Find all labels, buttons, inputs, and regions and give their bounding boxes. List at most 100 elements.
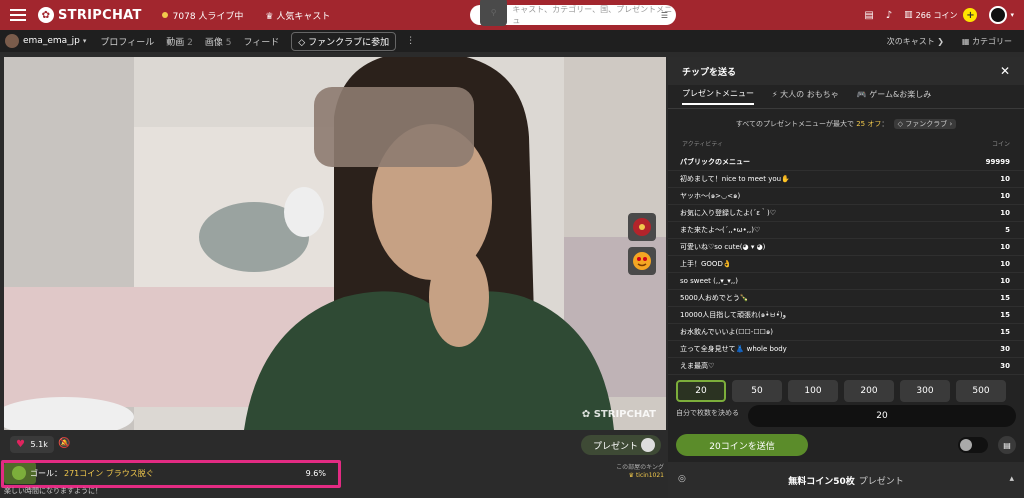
tip-menu-item[interactable]: 初めまして！nice to meet you✋ 10 xyxy=(668,171,1024,188)
tip-item-coins: 99999 xyxy=(985,158,1010,166)
tip-item-coins: 15 xyxy=(1000,311,1010,319)
tab-present-menu[interactable]: プレゼントメニュー xyxy=(682,88,754,105)
model-username[interactable]: ema_ema_jp xyxy=(23,36,80,46)
chevron-down-icon[interactable]: ▾ xyxy=(83,37,87,45)
tip-item-name: 可愛いね♡so cute(◕ ▾ ◕) xyxy=(680,243,766,251)
tab-videos[interactable]: 動画 2 xyxy=(166,35,193,48)
notification-bell-icon[interactable]: ♪ xyxy=(886,10,892,21)
filter-icon[interactable]: ☰ xyxy=(661,11,668,20)
emoji-icon[interactable] xyxy=(628,247,656,275)
tip-item-name: ヤッホ〜(๑>◡<๑) xyxy=(680,191,741,200)
logo[interactable]: ✿ STRIPCHAT xyxy=(38,7,142,23)
messages-icon[interactable]: ▤ xyxy=(864,10,873,21)
fanclub-badge[interactable]: ◇ ファンクラブ › xyxy=(893,119,957,129)
heart-icon: ♥ xyxy=(16,439,25,450)
user-avatar[interactable] xyxy=(989,6,1008,24)
trophy-icon: ♛ xyxy=(265,11,274,22)
tip-item-coins: 5 xyxy=(1005,226,1010,234)
tip-menu-item[interactable]: えま最高♡ 30 xyxy=(668,358,1024,375)
tip-item-coins: 10 xyxy=(1000,209,1010,217)
wallet-icon: ▥ xyxy=(904,10,913,20)
tip-item-coins: 15 xyxy=(1000,328,1010,336)
like-button[interactable]: ♥ 5.1k xyxy=(10,436,54,453)
custom-amount-input[interactable]: 20 xyxy=(748,405,1016,427)
tip-amount-options: 20 50 100 200 300 500 xyxy=(668,380,1024,402)
live-count[interactable]: 7078 人ライブ中 xyxy=(161,9,243,22)
mute-icon[interactable]: 🔕 xyxy=(58,438,70,449)
more-options-icon[interactable]: ⋮ xyxy=(406,36,415,46)
tip-menu-item[interactable]: ヤッホ〜(๑>◡<๑) 10 xyxy=(668,188,1024,205)
video-controls-bar xyxy=(0,430,668,460)
tip-item-name: so sweet (,,▾_▾,,) xyxy=(680,277,738,285)
tip-menu-item[interactable]: 5000人おめでとう🍾 15 xyxy=(668,290,1024,307)
room-king: この部屋のキング ♛ ticin1021 xyxy=(590,464,664,481)
tip-panel-title: チップを送る xyxy=(682,67,737,78)
tip-item-name: 上手！GOOD👌 xyxy=(680,260,732,268)
tip-item-name: 立って全身見せて👗 whole body xyxy=(680,345,787,353)
popular-casts-link[interactable]: ♛ 人気キャスト xyxy=(265,9,330,22)
tab-profile[interactable]: プロフィール xyxy=(100,35,154,48)
tip-amount-300[interactable]: 300 xyxy=(900,380,950,402)
search-input[interactable]: ⚲ キャスト、カテゴリー、国、プレゼントメニュ ☰ xyxy=(470,0,676,26)
chat-icon[interactable]: ▤ xyxy=(998,436,1016,454)
tip-menu-item[interactable]: 可愛いね♡so cute(◕ ▾ ◕) 10 xyxy=(668,239,1024,256)
grid-icon: ▦ xyxy=(961,36,970,46)
model-avatar[interactable] xyxy=(5,34,19,48)
watermark: ✿ STRIPCHAT xyxy=(581,409,656,420)
tip-item-coins: 30 xyxy=(1000,362,1010,370)
video-side-actions xyxy=(628,213,656,281)
tip-amount-100[interactable]: 100 xyxy=(788,380,838,402)
tip-item-name: パブリックのメニュー xyxy=(680,158,750,166)
menu-icon[interactable] xyxy=(10,6,26,24)
gamepad-icon: 🎮 xyxy=(856,90,867,99)
tab-images[interactable]: 画像 5 xyxy=(205,35,232,48)
tip-menu-item[interactable]: お気に入り登録したよ(´ε｀)♡ 10 xyxy=(668,205,1024,222)
close-icon[interactable]: ✕ xyxy=(1000,64,1010,78)
category-button[interactable]: ▦ カテゴリー xyxy=(962,36,1012,47)
next-cast-button[interactable]: 次のキャスト ❯ xyxy=(887,36,944,47)
video-player[interactable]: ✿ STRIPCHAT xyxy=(4,57,666,430)
tab-adult-toys[interactable]: ⚡ 大人の おもちゃ xyxy=(772,89,839,104)
tip-item-coins: 15 xyxy=(1000,294,1010,302)
tip-item-coins: 10 xyxy=(1000,277,1010,285)
chevron-right-icon: ❯ xyxy=(937,36,944,46)
tip-menu-item[interactable]: また来たよ〜(´,,•ω•,,)♡ 5 xyxy=(668,222,1024,239)
tip-menu-item[interactable]: 10000人目指して頑張れ(๑•̀ㅂ•́)و 15 xyxy=(668,307,1024,324)
chevron-down-icon[interactable]: ▾ xyxy=(1010,11,1014,19)
tip-tabs: プレゼントメニュー ⚡ 大人の おもちゃ 🎮 ゲーム&お楽しみ xyxy=(668,85,1024,109)
chevron-right-icon: › xyxy=(949,120,953,128)
tip-amount-200[interactable]: 200 xyxy=(844,380,894,402)
tip-menu-item[interactable]: 上手！GOOD👌 10 xyxy=(668,256,1024,273)
tip-amount-20[interactable]: 20 xyxy=(676,380,726,402)
tab-feed[interactable]: フィード xyxy=(243,35,279,48)
tip-amount-50[interactable]: 50 xyxy=(732,380,782,402)
tip-item-name: えま最高♡ xyxy=(680,362,715,370)
chevron-up-icon[interactable]: ▴ xyxy=(1009,474,1014,484)
tip-item-coins: 30 xyxy=(1000,345,1010,353)
tip-menu-item[interactable]: お水飲んでいいよ(☐☐-☐☐๑) 15 xyxy=(668,324,1024,341)
tab-games[interactable]: 🎮 ゲーム&お楽しみ xyxy=(857,89,932,104)
tip-item-coins: 10 xyxy=(1000,243,1010,251)
tip-item-name: お水飲んでいいよ(☐☐-☐☐๑) xyxy=(680,327,774,336)
crown-icon: ♛ xyxy=(628,472,635,480)
live-dot-icon xyxy=(161,12,168,18)
king-name[interactable]: ♛ ticin1021 xyxy=(590,472,664,480)
tip-amount-500[interactable]: 500 xyxy=(956,380,1006,402)
coin-balance[interactable]: 266 コイン xyxy=(916,10,958,21)
tip-item-coins: 10 xyxy=(1000,260,1010,268)
tip-menu-item[interactable]: 立って全身見せて👗 whole body 30 xyxy=(668,341,1024,358)
tip-item-name: 10000人目指して頑張れ(๑•̀ㅂ•́)و xyxy=(680,310,787,319)
send-tip-button[interactable]: 20コインを送信 xyxy=(676,434,808,456)
buy-coins-button[interactable]: + xyxy=(963,8,978,22)
model-subbar: ema_ema_jp ▾ プロフィール 動画 2 画像 5 フィード ◇ ファン… xyxy=(0,30,1024,52)
record-icon[interactable] xyxy=(628,213,656,241)
tip-menu-item[interactable]: so sweet (,,▾_▾,,) 10 xyxy=(668,273,1024,290)
tip-menu-item[interactable]: パブリックのメニュー 99999 xyxy=(668,154,1024,171)
present-button[interactable]: プレゼント xyxy=(581,435,661,455)
tip-panel: チップを送る ✕ プレゼントメニュー ⚡ 大人の おもちゃ 🎮 ゲーム&お楽しみ… xyxy=(668,57,1024,462)
logo-icon: ✿ xyxy=(38,7,54,23)
free-coins-bar[interactable]: ◎ 無料コイン50枚 プレゼント ▴ xyxy=(668,462,1024,498)
anonymous-toggle[interactable] xyxy=(958,437,988,453)
fanclub-join-button[interactable]: ◇ ファンクラブに参加 xyxy=(291,31,397,51)
diamond-icon: ◇ xyxy=(298,37,306,48)
